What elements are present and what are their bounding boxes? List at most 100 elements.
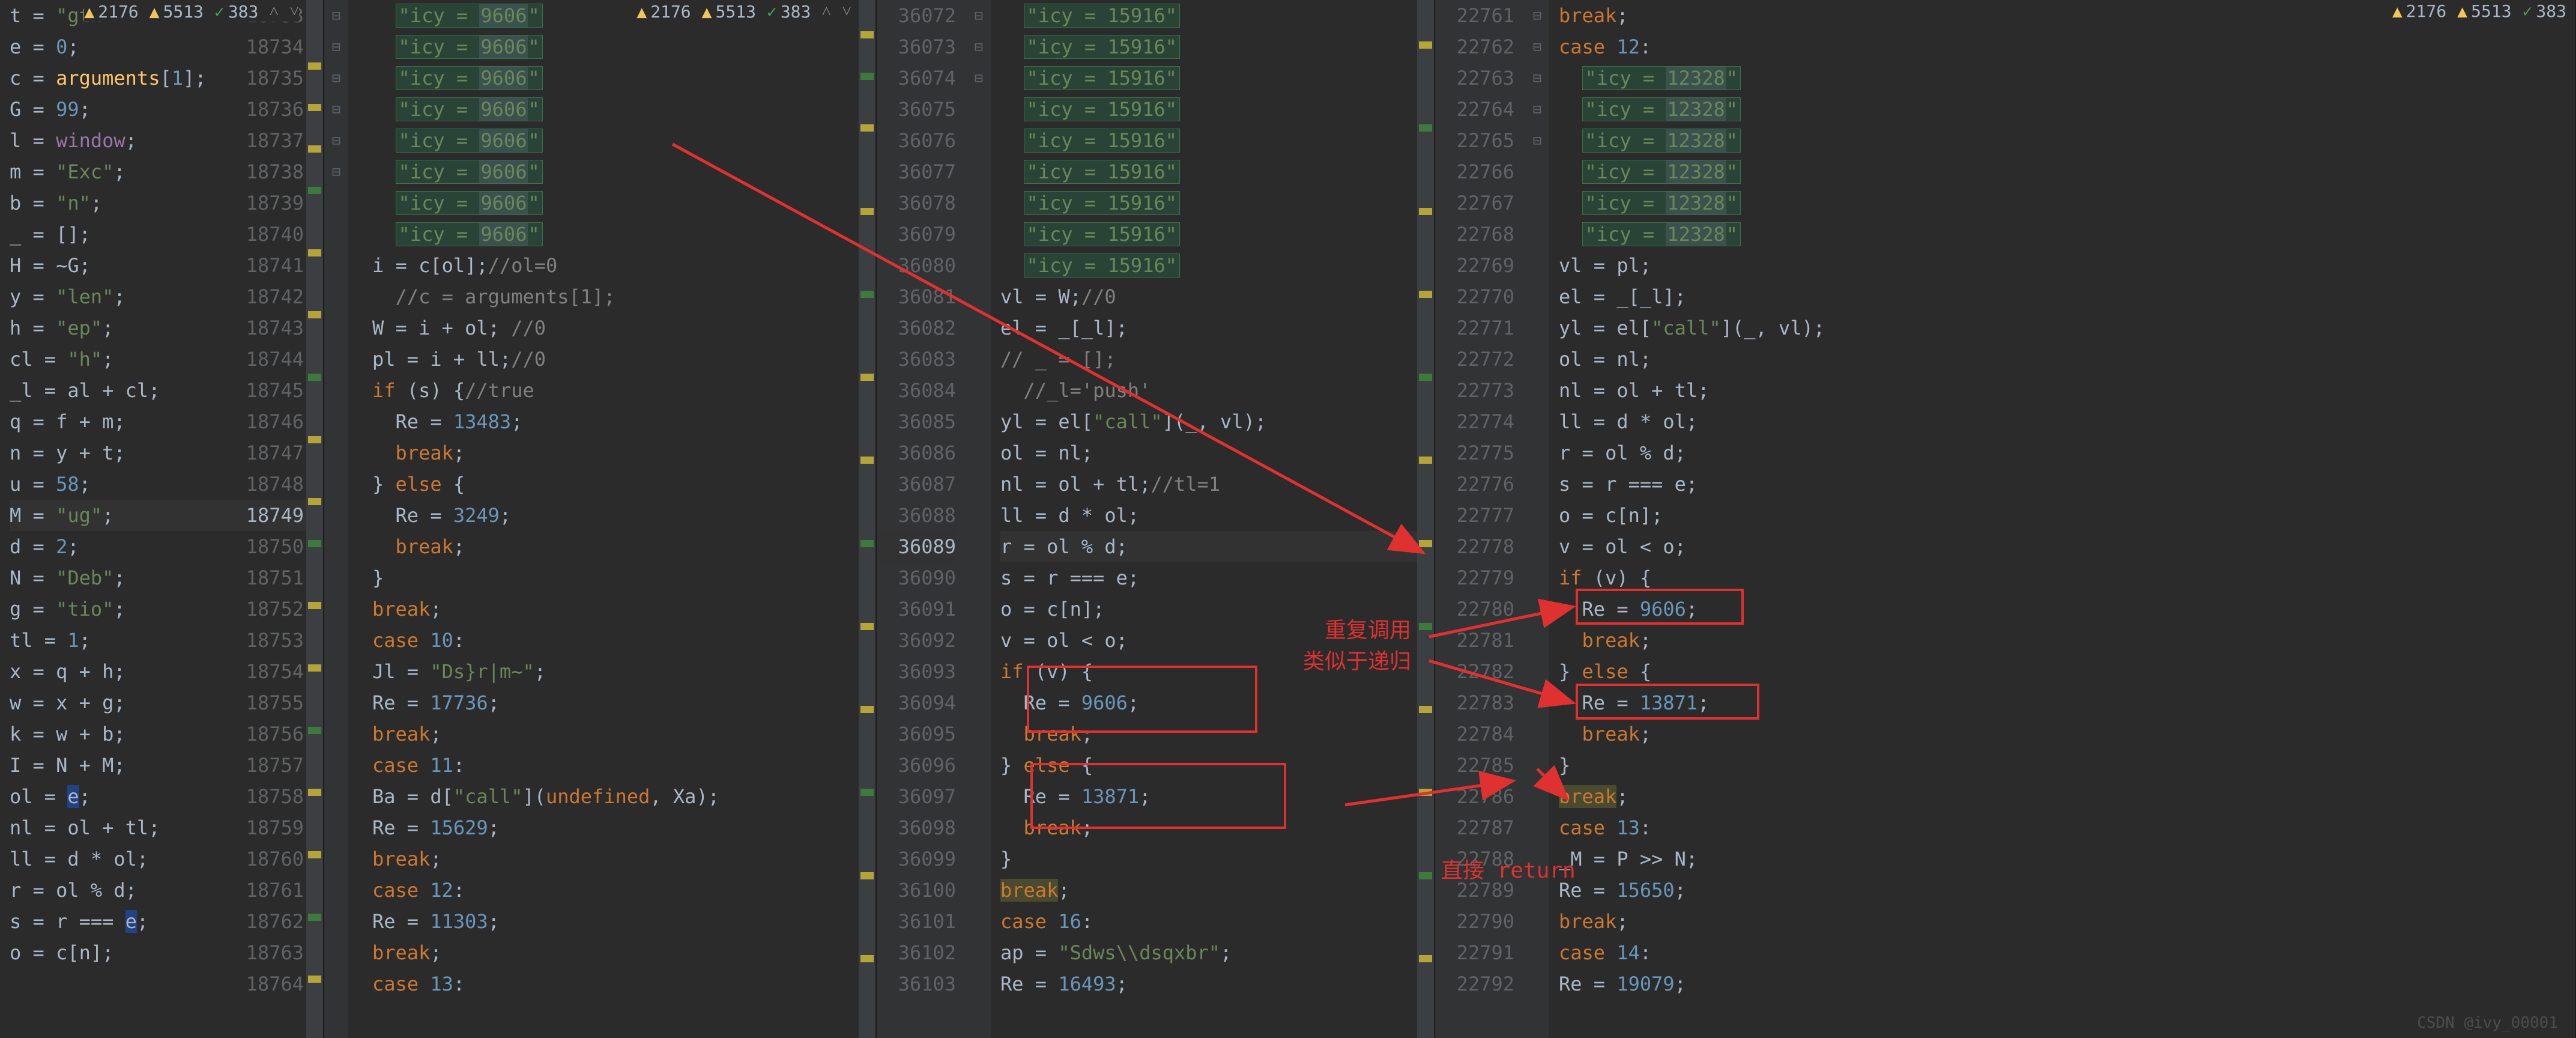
code-line[interactable]: s = r === e;	[1559, 469, 2575, 500]
fold-marker[interactable]: ⊟	[967, 0, 991, 31]
code-line[interactable]: Re = 15629;	[372, 812, 875, 843]
chevron-up-icon[interactable]: ˄	[269, 1, 279, 22]
fold-marker[interactable]: ⊟	[1525, 125, 1549, 156]
code-line[interactable]: } else {	[372, 469, 875, 500]
code-line[interactable]: ll = d * ol;	[1559, 406, 2575, 437]
code-line[interactable]: //c = arguments[1];	[372, 281, 875, 312]
fold-marker[interactable]: ⊟	[324, 125, 348, 156]
code-line[interactable]: "icy = 9606"	[372, 125, 875, 156]
marker-strip-3[interactable]	[1417, 0, 1434, 1038]
editor-pane-4[interactable]: 2276122762227632276422765227662276722768…	[1435, 0, 2576, 1038]
code-line[interactable]: "icy = 12328"	[1559, 62, 2575, 94]
code-line[interactable]: Re = 3249;	[372, 500, 875, 531]
code-line[interactable]: Re = 16493;	[1000, 968, 1434, 1000]
code-line[interactable]: Re = 9606;	[1000, 687, 1434, 718]
fold-marker[interactable]: ⊟	[324, 62, 348, 94]
code-line[interactable]: "icy = 12328"	[1559, 187, 2575, 219]
code-line[interactable]: } else {	[1559, 656, 2575, 687]
code-line[interactable]: "icy = 15916"	[1000, 94, 1434, 125]
fold-marker[interactable]: ⊟	[1525, 94, 1549, 125]
code-line[interactable]: "icy = 15916"	[1000, 250, 1434, 281]
problems-widget-1[interactable]: ▲2176 ▲5513 ✓383 ˄ ˅	[84, 1, 299, 22]
code-line[interactable]: // _ = [];	[1000, 344, 1434, 375]
code-line[interactable]: "icy = 9606"	[372, 219, 875, 250]
code-line[interactable]: Re = 9606;	[1559, 593, 2575, 625]
code-line[interactable]: case 10:	[372, 625, 875, 656]
code-line[interactable]: break;	[1000, 812, 1434, 843]
fold-marker[interactable]: ⊟	[324, 0, 348, 31]
fold-marker[interactable]: ⊟	[324, 94, 348, 125]
code-line[interactable]: case 13:	[372, 968, 875, 1000]
code-area-3[interactable]: "icy = 15916" "icy = 15916" "icy = 15916…	[991, 0, 1434, 1038]
code-line[interactable]: } else {	[1000, 750, 1434, 781]
code-line[interactable]: "icy = 12328"	[1559, 94, 2575, 125]
code-line[interactable]: Re = 11303;	[372, 906, 875, 937]
editor-pane-2[interactable]: ⊟⊟⊟⊟⊟⊟ "icy = 9606" "icy = 9606" "icy = …	[324, 0, 877, 1038]
code-line[interactable]: ll = d * ol;	[1000, 500, 1434, 531]
fold-gutter-2[interactable]: ⊟⊟⊟⊟⊟⊟	[324, 0, 348, 1038]
code-line[interactable]: Re = 13871;	[1559, 687, 2575, 718]
code-line[interactable]: break;	[1559, 718, 2575, 750]
code-line[interactable]: if (v) {	[1559, 562, 2575, 593]
fold-marker[interactable]: ⊟	[324, 156, 348, 187]
code-line[interactable]: case 16:	[1000, 906, 1434, 937]
code-line[interactable]: s = r === e;	[1000, 562, 1434, 593]
code-line[interactable]: "icy = 9606"	[372, 156, 875, 187]
code-line[interactable]: break;	[1000, 875, 1434, 906]
fold-gutter-3[interactable]: ⊟⊟⊟	[967, 0, 991, 1038]
code-line[interactable]: case 13:	[1559, 812, 2575, 843]
chevron-down-icon[interactable]: ˅	[842, 1, 851, 22]
code-line[interactable]: "icy = 15916"	[1000, 156, 1434, 187]
fold-marker[interactable]: ⊟	[1525, 0, 1549, 31]
code-line[interactable]: yl = el["call"](_, vl);	[1559, 312, 2575, 344]
editor-pane-1[interactable]: t = "gth"e = 0;c = arguments[1];G = 99;l…	[0, 0, 324, 1038]
code-line[interactable]: "icy = 15916"	[1000, 187, 1434, 219]
code-line[interactable]: "icy = 12328"	[1559, 219, 2575, 250]
fold-marker[interactable]: ⊟	[1525, 31, 1549, 62]
code-line[interactable]: "icy = 15916"	[1000, 62, 1434, 94]
code-line[interactable]: break;	[372, 593, 875, 625]
marker-strip-1[interactable]	[306, 0, 323, 1038]
code-line[interactable]: "icy = 12328"	[1559, 156, 2575, 187]
code-line[interactable]: case 12:	[372, 875, 875, 906]
code-line[interactable]: ol = nl;	[1559, 344, 2575, 375]
fold-marker[interactable]: ⊟	[1525, 62, 1549, 94]
code-line[interactable]: "icy = 15916"	[1000, 0, 1434, 31]
code-line[interactable]: break;	[372, 843, 875, 875]
code-line[interactable]: r = ol % d;	[1559, 437, 2575, 469]
code-line[interactable]: break;	[372, 937, 875, 968]
code-line[interactable]: r = ol % d;	[1000, 531, 1434, 562]
code-line[interactable]: case 12:	[1559, 31, 2575, 62]
editor-pane-3[interactable]: 3607236073360743607536076360773607836079…	[877, 0, 1435, 1038]
marker-strip-2[interactable]	[859, 0, 875, 1038]
code-line[interactable]: break;	[1559, 906, 2575, 937]
code-line[interactable]: Jl = "Ds}r|m~";	[372, 656, 875, 687]
code-line[interactable]: break;	[1000, 718, 1434, 750]
chevron-up-icon[interactable]: ˄	[821, 1, 831, 22]
code-line[interactable]: "icy = 9606"	[372, 62, 875, 94]
code-line[interactable]: }	[1000, 843, 1434, 875]
code-line[interactable]: case 11:	[372, 750, 875, 781]
code-line[interactable]: "icy = 9606"	[372, 187, 875, 219]
problems-widget-4[interactable]: ▲2176 ▲5513 ✓383	[2392, 1, 2566, 21]
code-line[interactable]: nl = ol + tl;//tl=1	[1000, 469, 1434, 500]
code-line[interactable]: break;	[1559, 625, 2575, 656]
fold-marker[interactable]: ⊟	[967, 31, 991, 62]
code-line[interactable]: i = c[ol];//ol=0	[372, 250, 875, 281]
code-line[interactable]: nl = ol + tl;	[1559, 375, 2575, 406]
code-line[interactable]: o = c[n];	[1559, 500, 2575, 531]
code-line[interactable]: "icy = 15916"	[1000, 219, 1434, 250]
code-line[interactable]: yl = el["call"](_, vl);	[1000, 406, 1434, 437]
code-line[interactable]: break;	[372, 437, 875, 469]
code-line[interactable]: v = ol < o;	[1559, 531, 2575, 562]
code-line[interactable]: case 14:	[1559, 937, 2575, 968]
code-line[interactable]: Re = 17736;	[372, 687, 875, 718]
code-line[interactable]: Re = 13871;	[1000, 781, 1434, 812]
code-line[interactable]: el = _[_l];	[1559, 281, 2575, 312]
code-line[interactable]: "icy = 15916"	[1000, 31, 1434, 62]
problems-widget-2[interactable]: ▲2176 ▲5513 ✓383 ˄ ˅	[636, 1, 851, 22]
code-area-2[interactable]: "icy = 9606" "icy = 9606" "icy = 9606" "…	[348, 0, 875, 1038]
fold-marker[interactable]: ⊟	[967, 62, 991, 94]
code-line[interactable]: }	[1559, 750, 2575, 781]
code-line[interactable]: //_l='push'	[1000, 375, 1434, 406]
